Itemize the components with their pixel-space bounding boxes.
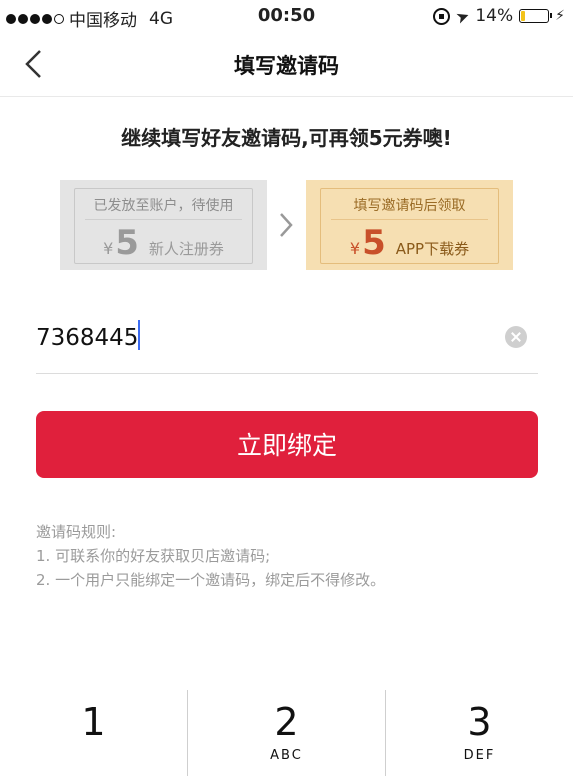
key-3[interactable]: 3 DEF: [386, 690, 573, 776]
coupon-value-row: ¥ 5 APP下载券: [321, 223, 498, 263]
key-number: 2: [274, 700, 299, 744]
key-1[interactable]: 1: [0, 690, 187, 776]
invite-rules: 邀请码规则: 1. 可联系你的好友获取贝店邀请码; 2. 一个用户只能绑定一个邀…: [36, 520, 536, 592]
key-number: 1: [81, 700, 106, 744]
coupon-divider: [331, 219, 488, 220]
coupon-currency: ¥: [103, 239, 114, 258]
key-letters: DEF: [463, 748, 496, 763]
numeric-keyboard: 1 2 ABC 3 DEF: [0, 690, 573, 776]
rotation-lock-icon: [432, 7, 450, 25]
promo-headline: 继续填写好友邀请码,可再领5元券噢!: [121, 126, 452, 150]
coupon-label: 新人注册券: [148, 240, 224, 258]
coupon-inner-border: 已发放至账户，待使用 ¥ 5 新人注册券: [74, 188, 253, 264]
bind-button[interactable]: 立即绑定: [36, 411, 538, 478]
coupon-divider: [85, 219, 242, 220]
key-number: 3: [467, 700, 492, 744]
rules-title: 邀请码规则:: [36, 523, 117, 541]
coupon-app-download: 填写邀请码后领取 ¥ 5 APP下载券: [306, 180, 513, 270]
status-bar: 中国移动 4G 00:50 ➤ 14% ⚡: [0, 0, 573, 32]
battery-icon: [519, 9, 553, 23]
coupon-amount: 5: [115, 223, 139, 263]
clear-icon[interactable]: [505, 326, 527, 348]
charging-bolt-icon: ⚡: [555, 8, 565, 24]
battery-percent: 14%: [475, 6, 514, 26]
rules-item: 2. 一个用户只能绑定一个邀请码，绑定后不得修改。: [36, 571, 386, 589]
input-underline: [36, 373, 538, 374]
coupon-value-row: ¥ 5 新人注册券: [75, 223, 252, 263]
coupon-registration: 已发放至账户，待使用 ¥ 5 新人注册券: [60, 180, 267, 270]
chevron-right-icon: [278, 210, 294, 244]
coupon-label: APP下载券: [395, 240, 470, 258]
key-letters: ABC: [270, 748, 303, 763]
coupon-status-text: 已发放至账户，待使用: [93, 198, 234, 214]
coupon-amount: 5: [362, 223, 386, 263]
coupon-inner-border: 填写邀请码后领取 ¥ 5 APP下载券: [320, 188, 499, 264]
status-right: ➤ 14% ⚡: [432, 4, 565, 28]
nav-bar: 填写邀请码: [0, 32, 573, 97]
coupon-status-text: 填写邀请码后领取: [353, 198, 466, 214]
invite-code-input[interactable]: [36, 318, 496, 358]
key-2[interactable]: 2 ABC: [188, 690, 385, 776]
coupon-currency: ¥: [349, 239, 361, 258]
rules-item: 1. 可联系你的好友获取贝店邀请码;: [36, 547, 271, 565]
location-arrow-icon: ➤: [453, 4, 473, 28]
page-title: 填写邀请码: [234, 54, 339, 78]
text-caret: [138, 320, 140, 350]
